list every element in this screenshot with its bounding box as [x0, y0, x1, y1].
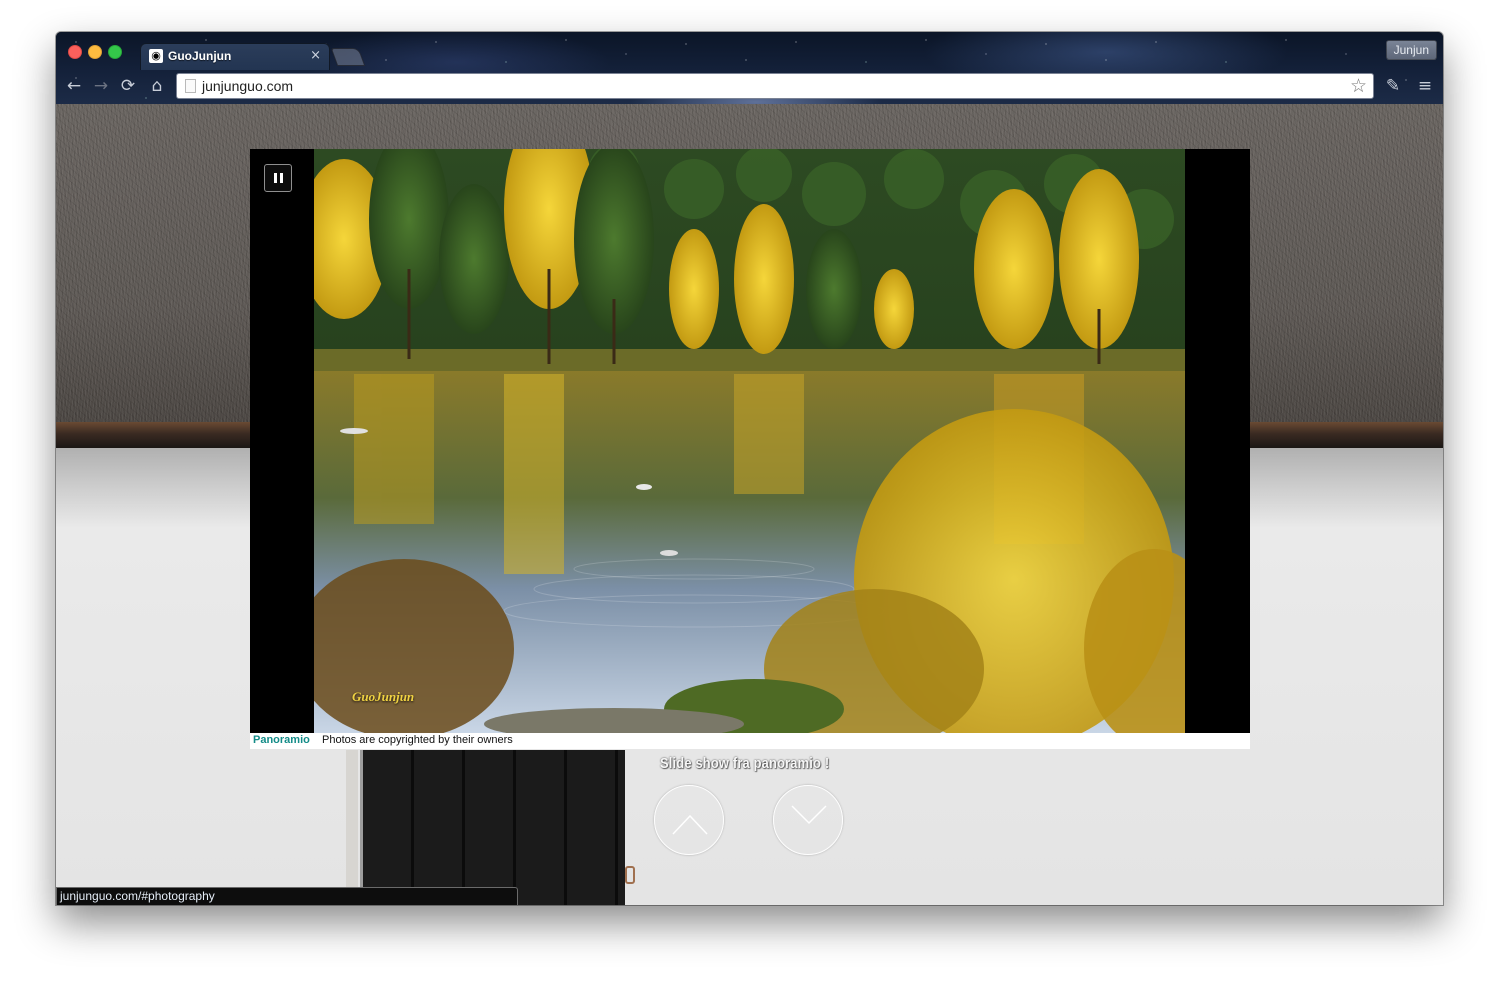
status-bar: junjunguo.com/#photography [56, 887, 518, 905]
reload-icon[interactable]: ⟳ [118, 76, 138, 96]
panoramio-logo[interactable]: Panoramio [253, 734, 310, 746]
scroll-up-button[interactable] [654, 785, 724, 855]
pause-icon[interactable] [264, 164, 292, 192]
door-hinge [625, 866, 635, 884]
browser-tab[interactable]: ◉ GuoJunjun × [140, 43, 330, 70]
page-icon [185, 79, 196, 93]
menu-icon[interactable]: ≡ [1415, 76, 1435, 96]
chevron-up-icon [672, 814, 708, 835]
close-tab-icon[interactable]: × [310, 48, 321, 63]
web-page: GuoJunjun Panoramio Photos are copyright… [56, 104, 1443, 905]
photo-watermark: GuoJunjun [352, 689, 415, 704]
minimize-window-button[interactable] [88, 45, 102, 59]
tab-title: GuoJunjun [168, 49, 232, 63]
wall-trim [346, 750, 358, 905]
chevron-down-icon [791, 805, 827, 825]
browser-window: ◉ GuoJunjun × Junjun ← → ⟳ ⌂ junjunguo.c… [56, 32, 1443, 905]
slideshow-caption: Slide show fra panoramio ! [660, 755, 830, 772]
bookmark-star-icon[interactable]: ☆ [1350, 75, 1367, 97]
forward-icon[interactable]: → [91, 76, 111, 96]
close-window-button[interactable] [68, 45, 82, 59]
barn-door-image [360, 750, 625, 905]
slideshow-frame: GuoJunjun [250, 149, 1250, 733]
url-text[interactable]: junjunguo.com [202, 78, 293, 94]
extension-icon[interactable]: ✎ [1383, 76, 1403, 96]
back-icon[interactable]: ← [64, 76, 84, 96]
profile-button[interactable]: Junjun [1385, 40, 1437, 60]
scroll-down-button[interactable] [773, 785, 843, 855]
status-link-url: junjunguo.com/#photography [60, 889, 215, 903]
autumn-lake-photo [314, 149, 1185, 733]
home-icon[interactable]: ⌂ [147, 76, 167, 96]
zoom-window-button[interactable] [108, 45, 122, 59]
slideshow-photo[interactable]: GuoJunjun [314, 149, 1185, 733]
photo-credit-bar: Panoramio Photos are copyrighted by thei… [250, 733, 1250, 749]
copyright-notice: Photos are copyrighted by their owners [322, 734, 513, 746]
address-bar[interactable]: junjunguo.com ☆ [176, 73, 1374, 99]
browser-chrome: ◉ GuoJunjun × Junjun ← → ⟳ ⌂ junjunguo.c… [56, 32, 1443, 104]
camera-icon: ◉ [149, 49, 163, 63]
